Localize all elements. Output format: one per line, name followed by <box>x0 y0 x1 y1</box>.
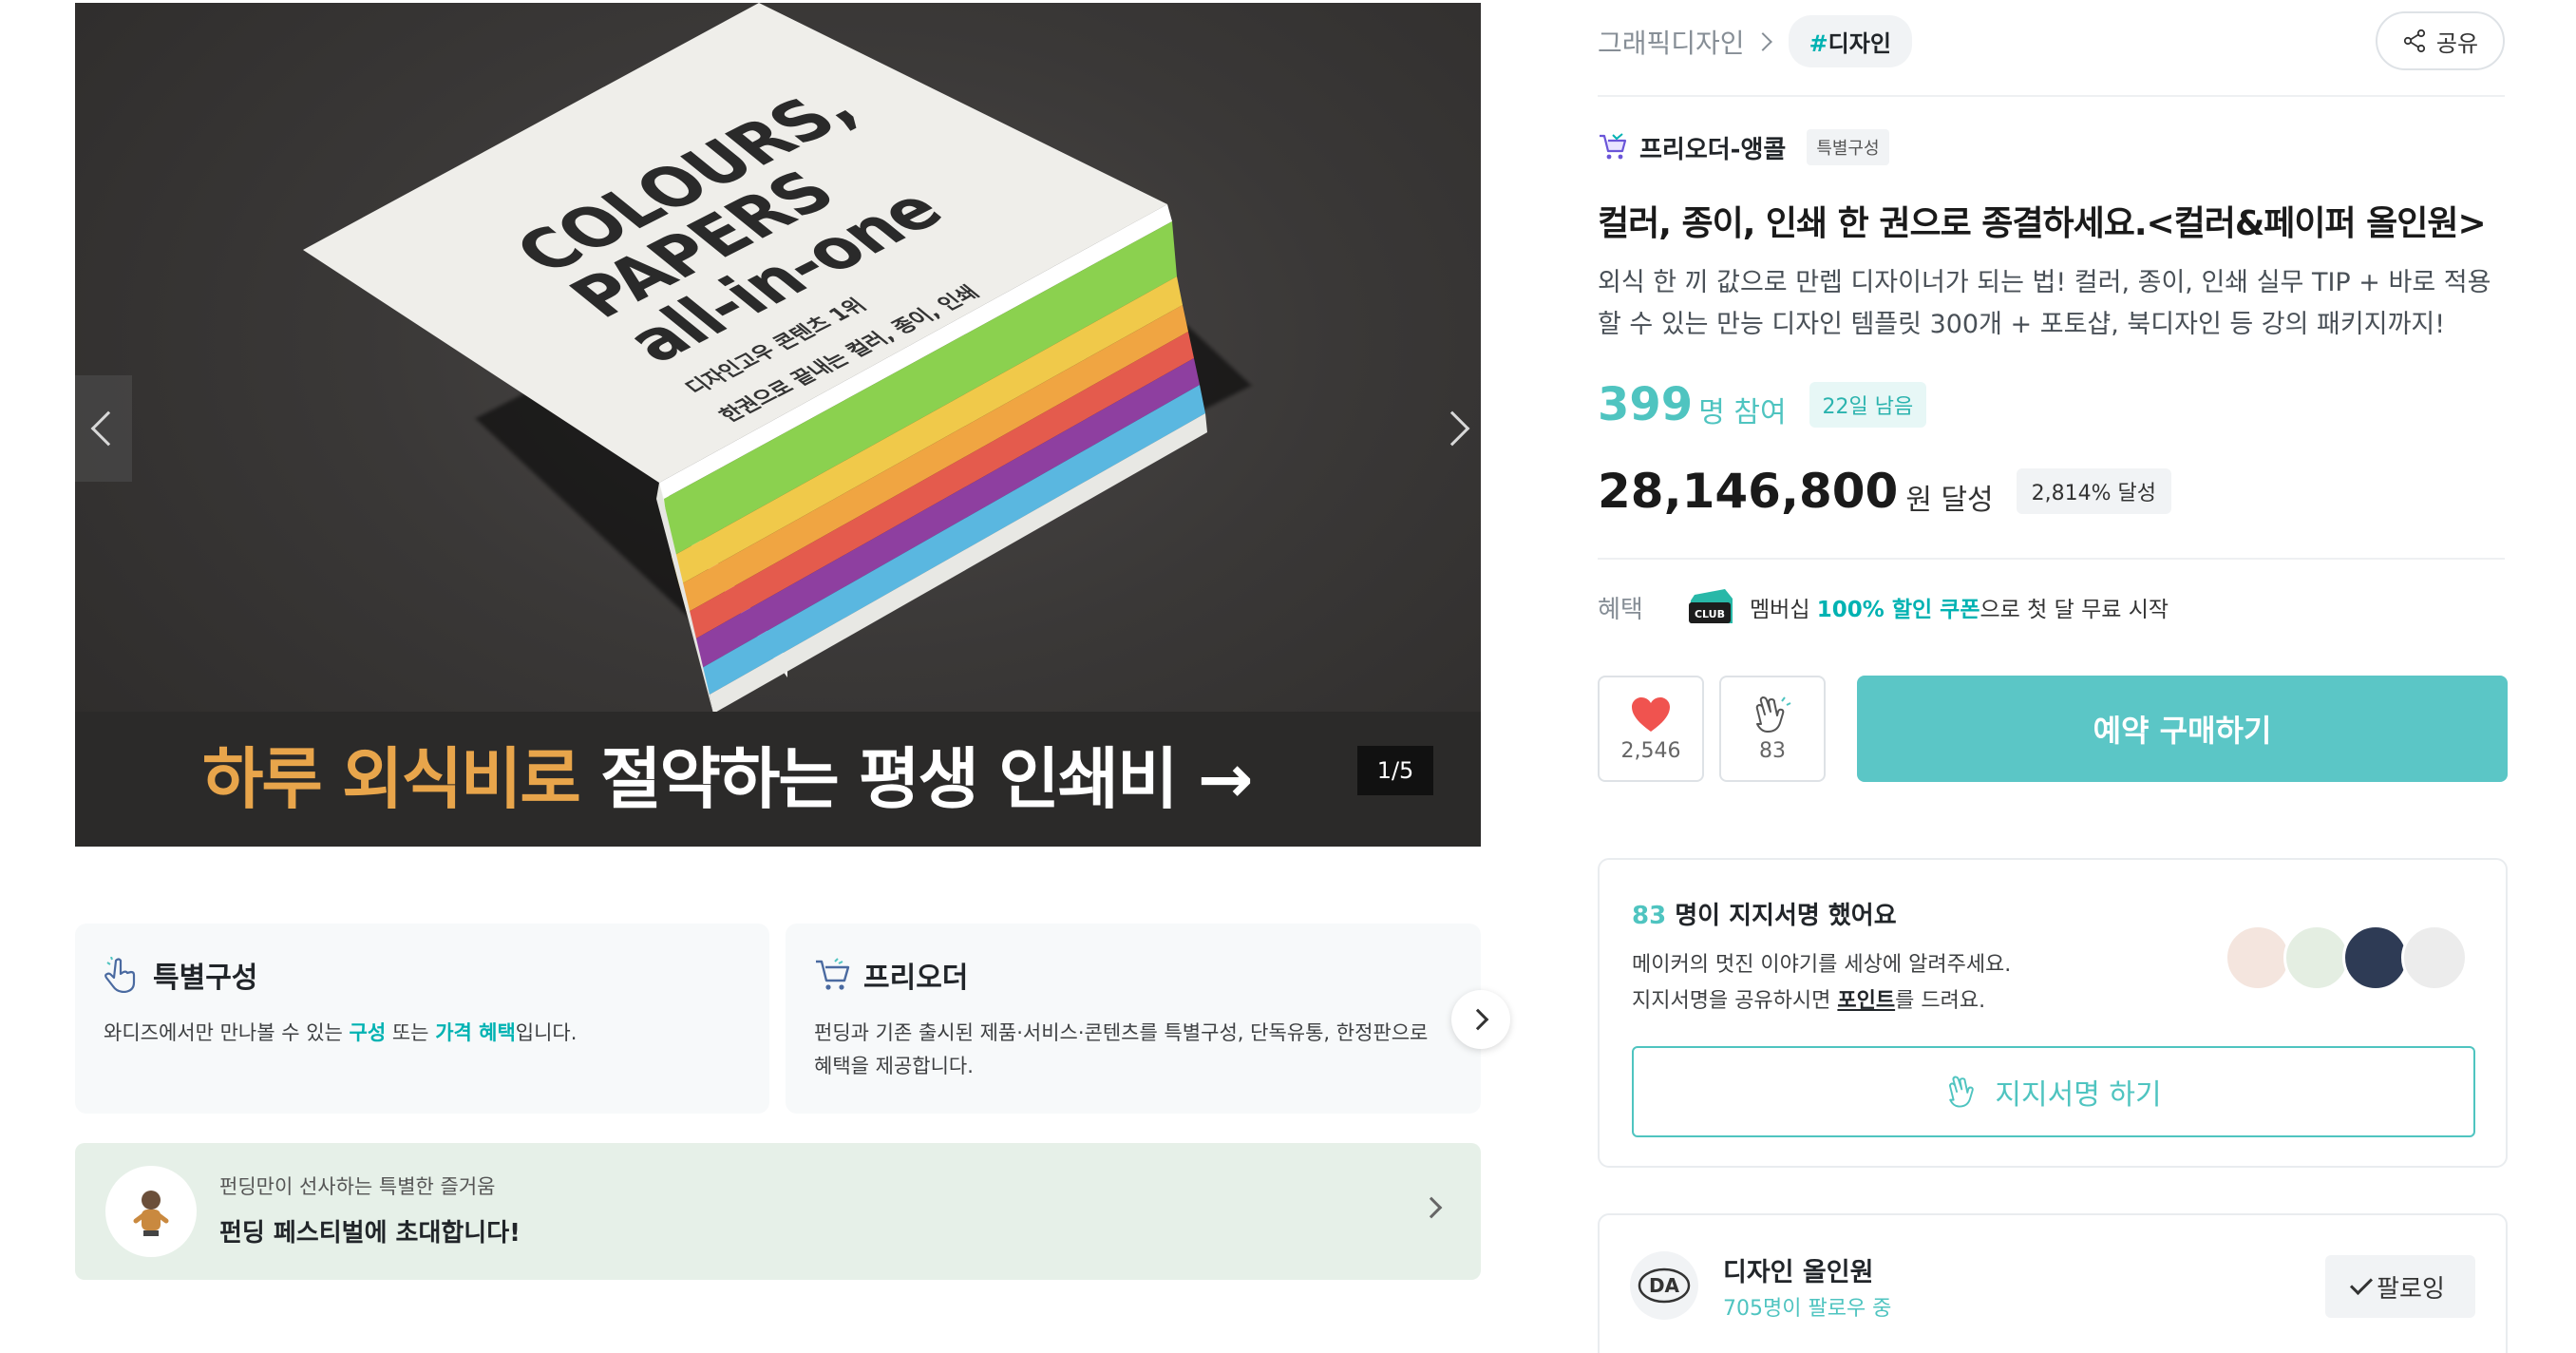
divider <box>1598 558 2505 560</box>
hash-symbol: # <box>1809 30 1828 57</box>
hero-caption-highlight: 하루 외식비로 <box>202 740 581 818</box>
breadcrumb-category[interactable]: 그래픽디자인 <box>1598 23 1745 61</box>
festival-avatar <box>105 1166 197 1257</box>
clapping-hands-icon <box>1949 1076 1975 1108</box>
support-text-part: 를 드려요. <box>1895 989 1986 1013</box>
clapping-hands-icon <box>1755 696 1791 733</box>
creator-followers: 705명이 팔로우 중 <box>1723 1297 1892 1321</box>
card-description: 펀딩과 기존 출시된 제품·서비스·콘텐츠를 특별구성, 단독유통, 한정판으로… <box>814 1021 1429 1077</box>
benefit-row[interactable]: 혜택 CLUB 멤버십 100% 할인 쿠폰으로 첫 달 무료 시작 <box>1598 589 2169 625</box>
avatar <box>2401 924 2468 991</box>
chevron-right-icon <box>1434 410 1470 447</box>
following-button[interactable]: 팔로잉 <box>2325 1255 2475 1318</box>
chevron-right-icon <box>1420 1196 1443 1219</box>
festival-banner[interactable]: 펀딩만이 선사하는 특별한 즐거움 펀딩 페스티벌에 초대합니다! <box>75 1143 1481 1280</box>
breadcrumb-tag-label: 디자인 <box>1828 30 1891 57</box>
benefit-label: 혜택 <box>1598 595 1643 624</box>
funded-amount: 28,146,800 <box>1598 464 1899 519</box>
card-text-part: 입니다. <box>515 1021 578 1044</box>
like-count: 2,546 <box>1620 738 1681 763</box>
cart-icon <box>814 957 850 993</box>
card-accent-composition: 구성 <box>349 1021 387 1044</box>
card-text-part: 또는 <box>386 1021 436 1044</box>
benefit-coupon: 100% 할인 쿠폰 <box>1816 598 1980 622</box>
carousel-next-button[interactable] <box>1433 375 1481 482</box>
card-accent-price: 가격 혜택 <box>435 1021 516 1044</box>
hero-caption-rest: 절약하는 평생 인쇄비 → <box>578 740 1253 818</box>
support-title-text: 명이 지지서명 했어요 <box>1666 902 1897 930</box>
card-title: 특별구성 <box>153 962 258 995</box>
club-membership-icon: CLUB <box>1689 589 1733 623</box>
project-title: 컬러, 종이, 인쇄 한 권으로 종결하세요.<컬러&페이퍼 올인원> <box>1598 204 2487 243</box>
preorder-cart-icon <box>1600 133 1627 160</box>
heart-icon <box>1632 696 1670 732</box>
support-button-label: 지지서명 하기 <box>1995 1078 2162 1112</box>
maker-name[interactable]: 프리오더-앵콜 <box>1639 130 1786 165</box>
avatar <box>2225 924 2291 991</box>
preorder-buy-button[interactable]: 예약 구매하기 <box>1857 676 2508 782</box>
amount-stat: 28,146,800 원 달성 2,814% 달성 <box>1598 464 2172 519</box>
pointing-hand-icon <box>104 957 140 993</box>
support-signature-box: 83 명이 지지서명 했어요 메이커의 멋진 이야기를 세상에 알려주세요. 지… <box>1598 858 2508 1168</box>
cheer-button[interactable]: 83 <box>1719 676 1826 782</box>
festival-title: 펀딩 페스티벌에 초대합니다! <box>219 1219 521 1248</box>
achievement-badge: 2,814% 달성 <box>2016 468 2172 514</box>
chevron-right-icon <box>1467 1008 1489 1031</box>
card-text-part: 와디즈에서만 만나볼 수 있는 <box>104 1021 350 1044</box>
creator-name[interactable]: 디자인 올인원 <box>1723 1251 1873 1288</box>
supporter-avatars <box>2225 917 2472 993</box>
card-title: 프리오더 <box>863 962 969 995</box>
check-icon <box>2350 1271 2374 1296</box>
info-card-special[interactable]: 특별구성 와디즈에서만 만나볼 수 있는 구성 또는 가격 혜택입니다. <box>75 924 769 1114</box>
chevron-left-icon <box>90 410 126 447</box>
support-line-1: 메이커의 멋진 이야기를 세상에 알려주세요. <box>1632 953 2012 977</box>
svg-text:DA: DA <box>1649 1274 1680 1297</box>
divider <box>1598 95 2505 97</box>
creator-logo[interactable]: DA <box>1630 1251 1698 1320</box>
participants-unit: 명 참여 <box>1698 396 1787 429</box>
maker-info: 프리오더-앵콜 특별구성 <box>1598 129 1889 165</box>
funding-detail-page: COLOURS, PAPERS all-in-one 디자인고우 콘텐츠 1위 … <box>0 0 2576 1353</box>
participants-stat: 399 명 참여 22일 남음 <box>1598 378 1927 431</box>
share-label: 공유 <box>2435 29 2479 57</box>
festival-subtitle: 펀딩만이 선사하는 특별한 즐거움 <box>219 1175 496 1198</box>
creator-box: DA 디자인 올인원 705명이 팔로우 중 팔로잉 <box>1598 1213 2508 1353</box>
following-label: 팔로잉 <box>2377 1274 2445 1304</box>
chevron-right-icon <box>1752 31 1772 51</box>
amount-unit: 원 달성 <box>1905 484 1994 517</box>
hero-caption: 하루 외식비로 절약하는 평생 인쇄비 → <box>202 740 1254 818</box>
benefit-text-part: 으로 첫 달 무료 시작 <box>1979 598 2169 622</box>
hero-image-carousel[interactable]: COLOURS, PAPERS all-in-one 디자인고우 콘텐츠 1위 … <box>75 3 1481 847</box>
carousel-prev-button[interactable] <box>75 375 132 482</box>
avatar <box>2342 924 2409 991</box>
share-icon <box>2403 29 2426 53</box>
breadcrumb-tag[interactable]: #디자인 <box>1788 15 1912 67</box>
participants-count: 399 <box>1598 378 1694 431</box>
support-text-part: 지지서명을 공유하시면 <box>1632 989 1838 1013</box>
support-description: 메이커의 멋진 이야기를 세상에 알려주세요. 지지서명을 공유하시면 포인트를… <box>1632 947 2011 1020</box>
support-line-2: 지지서명을 공유하시면 포인트를 드려요. <box>1632 983 2011 1020</box>
cheer-count: 83 <box>1759 738 1786 763</box>
breadcrumb: 그래픽디자인 #디자인 <box>1598 15 1912 67</box>
avatar <box>2283 924 2350 991</box>
project-description: 외식 한 끼 값으로 만렙 디자이너가 되는 법! 컬러, 종이, 인쇄 실무 … <box>1598 268 2491 339</box>
support-points: 포인트 <box>1837 989 1896 1013</box>
support-count: 83 <box>1632 902 1667 930</box>
support-title: 83 명이 지지서명 했어요 <box>1632 896 1897 931</box>
cards-next-button[interactable] <box>1451 990 1510 1049</box>
svg-text:CLUB: CLUB <box>1695 608 1725 620</box>
special-badge: 특별구성 <box>1807 129 1889 165</box>
share-button[interactable]: 공유 <box>2376 11 2505 70</box>
card-description: 와디즈에서만 만나볼 수 있는 구성 또는 가격 혜택입니다. <box>104 1017 741 1050</box>
slide-counter: 1/5 <box>1357 746 1433 795</box>
support-signature-button[interactable]: 지지서명 하기 <box>1632 1046 2475 1137</box>
like-button[interactable]: 2,546 <box>1598 676 1704 782</box>
benefit-text: 멤버십 100% 할인 쿠폰으로 첫 달 무료 시작 <box>1750 591 2169 623</box>
benefit-text-part: 멤버십 <box>1750 598 1817 622</box>
days-left-badge: 22일 남음 <box>1809 382 1927 428</box>
info-card-preorder[interactable]: 프리오더 펀딩과 기존 출시된 제품·서비스·콘텐츠를 특별구성, 단독유통, … <box>786 924 1481 1114</box>
